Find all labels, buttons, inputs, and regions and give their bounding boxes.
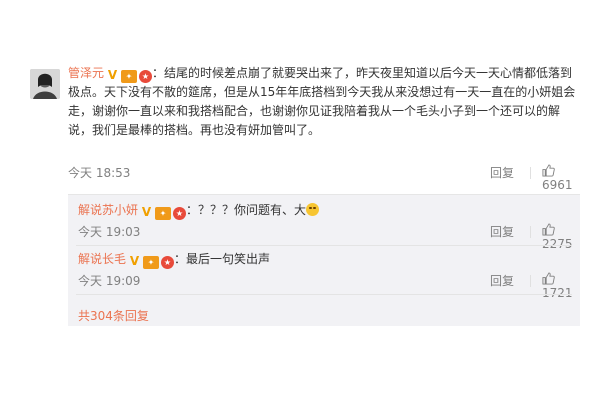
main-like-count: 6961 [542,178,573,192]
verified-v-icon: V [107,68,118,82]
reply-2-time: 今天 19:09 [78,274,141,288]
comment-thread: 管泽元 V ✦ ★ ：结尾的时候差点崩了就要哭出来了，昨天夜里知道以后今天一天心情都低落… [10,58,590,348]
more-replies-link[interactable]: 共304条回复 [78,307,149,324]
replies-panel: 解说苏小妍 V ✦ ★ ：？？？你问题有、大 今天 19:03 回复 2275 解说长毛… [68,194,580,326]
reply-1-text: ：？？？你问题有、大 [186,203,307,217]
reply-2-username[interactable]: 解说长毛 [78,252,126,266]
award-badge-icon: ★ [161,256,175,269]
meta-divider [530,167,531,179]
reply-2-text: ：最后一句笑出声 [174,252,271,266]
reply-2-reply-button[interactable]: 回复 [490,272,514,289]
reply-1-time: 今天 19:03 [78,225,141,239]
main-reply-button[interactable]: 回复 [490,164,514,181]
reply-1-meta: 今天 19:03 回复 2275 [78,223,573,251]
thumbs-up-icon [542,272,555,285]
avatar[interactable] [30,69,60,99]
level-badge-icon: ✦ [121,70,138,83]
level-badge-icon: ✦ [155,207,172,220]
main-comment: 管泽元 V ✦ ★ ：结尾的时候差点崩了就要哭出来了，昨天夜里知道以后今天一天心情都低落… [68,64,580,140]
reply-divider [76,245,572,246]
thumbs-up-icon [542,223,555,236]
reply-2-like-count: 1721 [542,286,573,300]
thumbs-up-icon [542,164,555,177]
verified-v-icon: V [141,205,152,219]
main-comment-time: 今天 18:53 [68,166,131,180]
avatar-photo-icon [30,69,60,99]
level-badge-icon: ✦ [143,256,160,269]
main-comment-username[interactable]: 管泽元 [68,66,104,80]
main-like-button[interactable]: 6961 [542,164,580,192]
reply-2-meta: 今天 19:09 回复 1721 [78,272,573,300]
verified-v-icon: V [129,254,140,268]
reply-1-username[interactable]: 解说苏小妍 [78,203,138,217]
award-badge-icon: ★ [173,207,187,220]
main-comment-meta: 今天 18:53 回复 6961 [68,164,580,192]
reply-1-like-button[interactable]: 2275 [542,223,573,251]
reply-1-reply-button[interactable]: 回复 [490,223,514,240]
award-badge-icon: ★ [139,70,153,83]
reply-2-like-button[interactable]: 1721 [542,272,573,300]
laugh-emoji-icon [306,203,320,216]
meta-divider [530,226,531,238]
reply-2: 解说长毛 V ✦ ★ ：最后一句笑出声 [78,250,270,269]
reply-divider [76,294,572,295]
reply-1: 解说苏小妍 V ✦ ★ ：？？？你问题有、大 [78,201,320,220]
reply-1-like-count: 2275 [542,237,573,251]
meta-divider [530,275,531,287]
